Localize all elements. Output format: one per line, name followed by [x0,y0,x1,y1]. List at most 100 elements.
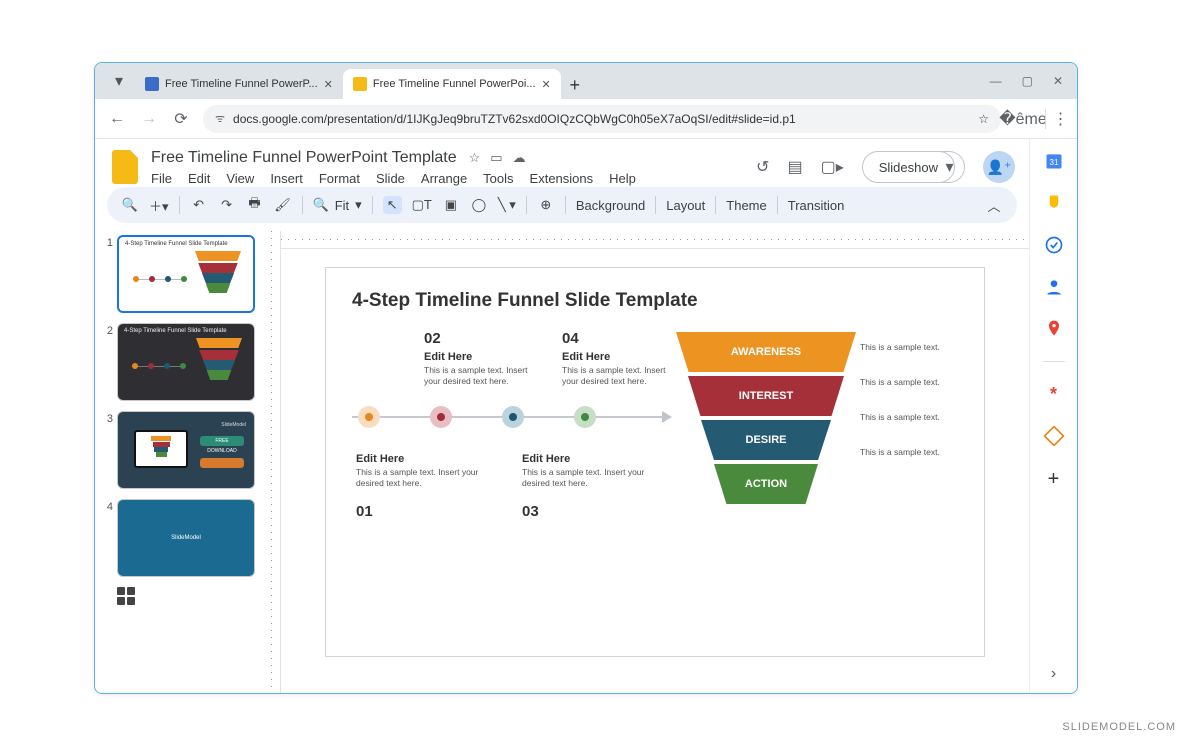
close-icon[interactable]: ✕ [324,78,333,91]
browser-tab-1[interactable]: Free Timeline Funnel PowerP... ✕ [135,69,343,99]
print-button[interactable]: 🖶 [246,196,264,214]
maps-icon[interactable] [1044,319,1064,339]
tab-list-dropdown[interactable]: ▾ [109,71,129,91]
chrome-menu-icon[interactable]: ⋮ [1045,109,1065,129]
step-desc: This is a sample text. Insert your desir… [424,365,534,387]
menu-slide[interactable]: Slide [376,171,405,186]
caption: This is a sample text. [860,447,958,458]
cloud-status-icon[interactable]: ☁ [513,150,526,166]
slide-thumbnail-4[interactable]: SlideModel [117,499,255,577]
redo-button[interactable]: ↷ [218,196,236,214]
step-num: 03 [522,503,660,520]
textbox-tool[interactable]: ▢T [412,196,432,214]
menu-tools[interactable]: Tools [483,171,513,186]
extensions-icon[interactable]: �ême [1013,109,1033,129]
select-tool[interactable]: ↖ [383,196,402,214]
slide-thumbnail-1[interactable]: 4-Step Timeline Funnel Slide Template [117,235,255,313]
star-icon[interactable]: ☆ [469,150,481,166]
slide-thumbnail-3[interactable]: SlideModel FREE DOWNLOAD [117,411,255,489]
timeline-block[interactable]: 02 Edit Here This is a sample text. Inse… [352,326,672,524]
undo-button[interactable]: ↶ [190,196,208,214]
thumb-num: 3 [103,411,113,489]
step-heading: Edit Here [522,453,660,465]
minimize-icon[interactable]: — [990,74,1002,88]
close-window-icon[interactable]: ✕ [1053,74,1063,88]
addon-icon-2[interactable] [1044,426,1064,446]
step-heading: Edit Here [356,453,494,465]
document-title[interactable]: Free Timeline Funnel PowerPoint Template [151,149,457,167]
slideshow-dropdown[interactable]: ▾ [935,151,965,183]
transition-button[interactable]: Transition [788,198,845,213]
back-button[interactable]: ← [107,109,127,129]
share-button[interactable]: 👤⁺ [983,151,1015,183]
paint-format-button[interactable]: 🖌 [274,196,292,214]
shape-tool[interactable]: ◯ [470,196,488,214]
url-box[interactable]: ᯤ docs.google.com/presentation/d/1IJKgJe… [203,105,1001,133]
slides-logo[interactable] [109,147,141,187]
menu-edit[interactable]: Edit [188,171,210,186]
menu-bar: File Edit View Insert Format Slide Arran… [151,169,636,186]
menu-view[interactable]: View [226,171,254,186]
step-num: 01 [356,503,494,520]
slide-title[interactable]: 4-Step Timeline Funnel Slide Template [352,290,958,312]
funnel-captions: This is a sample text. This is a sample … [860,326,958,524]
caption: This is a sample text. [860,377,958,388]
contacts-icon[interactable] [1044,277,1064,297]
theme-button[interactable]: Theme [726,198,766,213]
tasks-icon[interactable] [1044,235,1064,255]
thumb-num: 1 [103,235,113,313]
filmstrip[interactable]: 1 4-Step Timeline Funnel Slide Template [95,231,263,693]
reload-button[interactable]: ⟳ [171,109,191,129]
funnel-block[interactable]: AWARENESS INTEREST DESIRE ACTION [676,326,856,524]
new-slide-button[interactable]: ＋▾ [149,196,169,214]
line-tool[interactable]: ╲ ▾ [498,196,516,214]
move-icon[interactable]: ▭ [490,150,502,166]
slide-stage[interactable]: 4-Step Timeline Funnel Slide Template 02… [281,249,1029,693]
menu-extensions[interactable]: Extensions [530,171,594,186]
zoom-control[interactable]: 🔍 Fit ▾ [313,197,362,213]
keep-icon[interactable] [1044,193,1064,213]
addon-icon-1[interactable]: * [1044,384,1064,404]
new-tab-button[interactable]: + [561,71,589,99]
get-addons-icon[interactable]: + [1044,468,1064,488]
layout-button[interactable]: Layout [666,198,705,213]
browser-tab-2[interactable]: Free Timeline Funnel PowerPoi... ✕ [343,69,561,99]
step-desc: This is a sample text. Insert your desir… [356,467,494,489]
slide-canvas[interactable]: 4-Step Timeline Funnel Slide Template 02… [325,267,985,657]
menu-help[interactable]: Help [609,171,636,186]
toolbar: 🔍 ＋▾ ↶ ↷ 🖶 🖌 🔍 Fit ▾ ↖ ▢T ▣ ◯ ╲ ▾ ⊕ Back… [107,187,1017,223]
step-heading: Edit Here [562,351,672,363]
star-icon[interactable]: ☆ [978,112,989,126]
hide-sidepanel-icon[interactable]: › [1051,665,1056,683]
comments-icon[interactable]: ▤ [787,157,802,177]
search-menus-icon[interactable]: 🔍 [121,196,139,214]
menu-format[interactable]: Format [319,171,360,186]
grid-view-button[interactable] [117,587,135,605]
maximize-icon[interactable]: ▢ [1022,74,1033,88]
tab-strip: ▾ Free Timeline Funnel PowerP... ✕ Free … [95,63,1077,99]
funnel-stage-4: ACTION [714,464,818,504]
slide-thumbnail-2[interactable]: 4-Step Timeline Funnel Slide Template [117,323,255,401]
favicon [353,77,367,91]
image-tool[interactable]: ▣ [442,196,460,214]
menu-insert[interactable]: Insert [270,171,303,186]
close-icon[interactable]: ✕ [542,78,551,91]
tab-title: Free Timeline Funnel PowerP... [165,78,318,90]
menu-arrange[interactable]: Arrange [421,171,467,186]
menu-file[interactable]: File [151,171,172,186]
browser-window: ▾ Free Timeline Funnel PowerP... ✕ Free … [94,62,1078,694]
history-icon[interactable]: ↺ [756,157,769,177]
favicon [145,77,159,91]
meet-icon[interactable]: ▢▸ [821,157,844,177]
calendar-icon[interactable]: 31 [1044,151,1064,171]
comment-tool[interactable]: ⊕ [537,196,555,214]
caption: This is a sample text. [860,342,958,353]
site-info-icon[interactable]: ᯤ [215,111,225,126]
collapse-toolbar-icon[interactable]: ︿ [985,196,1003,214]
background-button[interactable]: Background [576,198,645,213]
title-row: Free Timeline Funnel PowerPoint Template… [95,139,1029,187]
step-num: 02 [424,330,534,347]
forward-button[interactable]: → [139,109,159,129]
ruler-horizontal [281,231,1029,249]
funnel-stage-3: DESIRE [701,420,831,460]
